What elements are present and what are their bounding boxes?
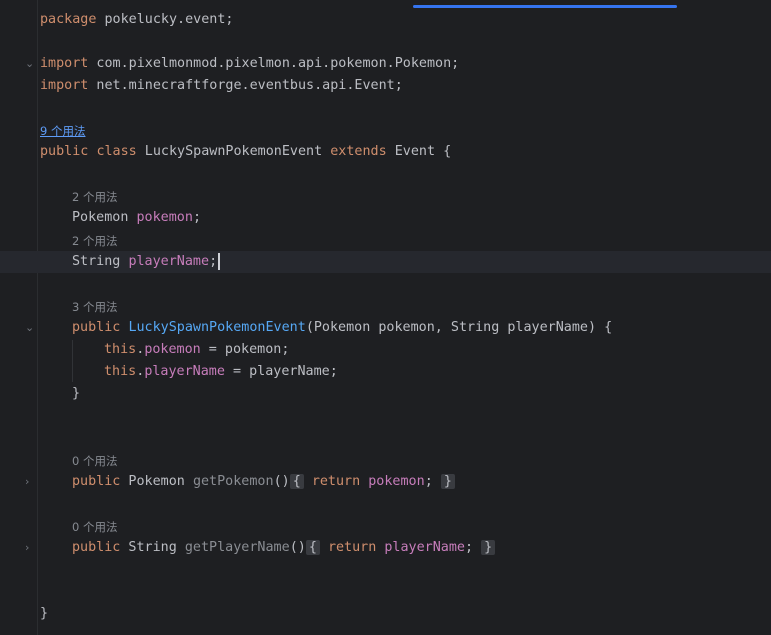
code-line-assign[interactable]: this.pokemon = pokemon; <box>104 339 289 361</box>
method-name: getPlayerName <box>184 540 290 555</box>
keyword: extends <box>330 144 387 159</box>
editor-gutter[interactable] <box>0 0 36 635</box>
superclass: Event { <box>386 144 452 159</box>
code-line-import[interactable]: import com.pixelmonmod.pixelmon.api.poke… <box>40 53 459 75</box>
type-name: String <box>72 254 129 269</box>
fold-chevron-down-icon[interactable]: ⌄ <box>25 322 35 333</box>
usages-hint[interactable]: 2 个用法 <box>72 231 117 251</box>
keyword: public <box>72 540 121 555</box>
package-name: pokelucky.event; <box>96 12 234 27</box>
keyword: import <box>40 78 89 93</box>
field-name: playerName <box>144 364 225 379</box>
code-line-close-brace[interactable]: } <box>40 603 48 625</box>
parens: () <box>273 474 290 489</box>
code-line-field[interactable]: Pokemon pokemon; <box>72 207 201 229</box>
assignment: = playerName; <box>224 364 338 379</box>
keyword: class <box>96 144 137 159</box>
fold-chevron-down-icon[interactable]: ⌄ <box>25 58 35 69</box>
type-name: String <box>120 540 185 555</box>
keyword: return <box>311 474 361 489</box>
import-path: com.pixelmonmod.pixelmon.api.pokemon.Pok… <box>88 56 460 71</box>
parens: () <box>289 540 306 555</box>
parameters: (Pokemon pokemon, String playerName) { <box>305 320 613 335</box>
type-name: Pokemon <box>72 210 137 225</box>
code-line-package[interactable]: package pokelucky.event; <box>40 9 234 31</box>
field-name: pokemon <box>368 474 425 489</box>
usages-hint[interactable]: 0 个用法 <box>72 517 117 537</box>
type-name: Pokemon <box>120 474 193 489</box>
fold-chevron-right-icon[interactable]: › <box>25 476 35 487</box>
keyword: import <box>40 56 89 71</box>
usages-hint[interactable]: 0 个用法 <box>72 451 117 471</box>
semicolon: ; <box>192 210 201 225</box>
keyword: package <box>40 12 97 27</box>
keyword: public <box>72 320 121 335</box>
code-line-field-current[interactable]: String playerName; <box>72 251 221 273</box>
code-line-getter[interactable]: public String getPlayerName(){ return pl… <box>72 537 496 559</box>
folded-region-open[interactable]: { <box>305 540 320 555</box>
assignment: = pokemon; <box>200 342 290 357</box>
field-name: playerName <box>128 254 210 269</box>
code-line-close-brace[interactable]: } <box>72 383 80 405</box>
code-line-import[interactable]: import net.minecraftforge.eventbus.api.E… <box>40 75 403 97</box>
field-name: playerName <box>384 540 465 555</box>
field-name: pokemon <box>136 210 193 225</box>
keyword: this <box>104 342 137 357</box>
tab-scroll-indicator <box>413 5 677 8</box>
fold-chevron-right-icon[interactable]: › <box>25 542 35 553</box>
method-name: getPokemon <box>192 474 274 489</box>
semicolon: ; <box>424 474 433 489</box>
class-name: LuckySpawnPokemonEvent <box>136 144 331 159</box>
code-line-class-decl[interactable]: public class LuckySpawnPokemonEvent exte… <box>40 141 451 163</box>
semicolon: ; <box>209 254 218 269</box>
indent-guide <box>72 340 73 382</box>
usages-hint[interactable]: 2 个用法 <box>72 187 117 207</box>
folded-region-close[interactable]: } <box>440 474 455 489</box>
import-path: net.minecraftforge.eventbus.api.Event; <box>88 78 403 93</box>
field-name: pokemon <box>144 342 201 357</box>
code-line-constructor[interactable]: public LuckySpawnPokemonEvent(Pokemon po… <box>72 317 612 339</box>
constructor-name: LuckySpawnPokemonEvent <box>128 320 306 335</box>
semicolon: ; <box>465 540 474 555</box>
keyword: this <box>104 364 137 379</box>
text-caret <box>218 252 221 270</box>
keyword: public <box>72 474 121 489</box>
usages-hint[interactable]: 3 个用法 <box>72 297 117 317</box>
code-line-getter[interactable]: public Pokemon getPokemon(){ return poke… <box>72 471 455 493</box>
usages-hint-link[interactable]: 9 个用法 <box>40 121 85 141</box>
keyword: public <box>40 144 89 159</box>
keyword: return <box>327 540 377 555</box>
folded-region-close[interactable]: } <box>481 540 496 555</box>
code-line-assign[interactable]: this.playerName = playerName; <box>104 361 338 383</box>
gutter-divider <box>37 0 38 635</box>
folded-region-open[interactable]: { <box>289 474 304 489</box>
